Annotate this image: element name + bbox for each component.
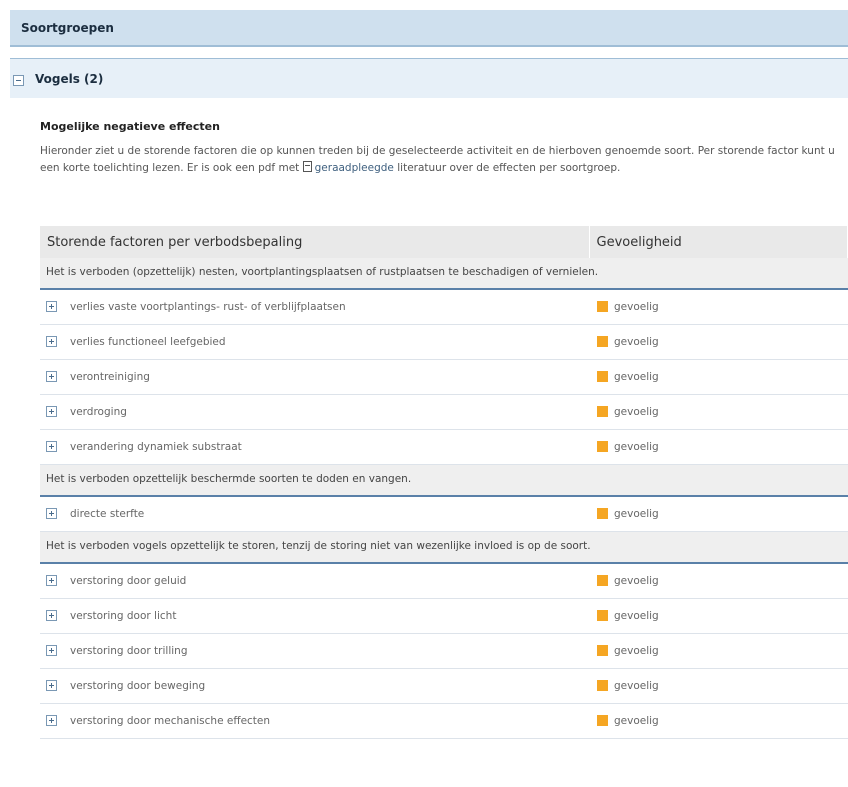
sensitivity-swatch	[597, 371, 608, 382]
expand-icon[interactable]	[46, 371, 57, 382]
expand-icon[interactable]	[46, 508, 57, 519]
sensitivity-label: gevoelig	[614, 406, 659, 418]
factor-label[interactable]: verandering dynamiek substraat	[70, 441, 242, 453]
factor-cell[interactable]: verstoring door mechanische effecten	[40, 703, 589, 739]
factor-row[interactable]: directe sterfte gevoelig	[40, 496, 848, 532]
sensitivity-cell: gevoelig	[589, 563, 848, 599]
sensitivity-swatch	[597, 336, 608, 347]
table-header-row: Storende factoren per verbodsbepaling Ge…	[40, 226, 848, 258]
factor-cell[interactable]: verlies vaste voortplantings- rust- of v…	[40, 289, 589, 325]
factor-row[interactable]: verstoring door geluid gevoelig	[40, 563, 848, 599]
sensitivity-swatch	[597, 406, 608, 417]
sensitivity-cell: gevoelig	[589, 289, 848, 325]
factor-row[interactable]: verdroging gevoelig	[40, 394, 848, 430]
expand-icon[interactable]	[46, 301, 57, 312]
factor-cell[interactable]: verstoring door licht	[40, 598, 589, 634]
sensitivity-label: gevoelig	[614, 715, 659, 727]
factor-row[interactable]: verstoring door mechanische effecten gev…	[40, 703, 848, 739]
sensitivity-cell: gevoelig	[589, 324, 848, 360]
disturbance-factors-table: Storende factoren per verbodsbepaling Ge…	[40, 226, 848, 739]
collapse-icon[interactable]	[13, 75, 24, 86]
sensitivity-label: gevoelig	[614, 575, 659, 587]
expand-icon[interactable]	[46, 441, 57, 452]
expand-icon[interactable]	[46, 336, 57, 347]
prohibition-text: Het is verboden (opzettelijk) nesten, vo…	[40, 258, 848, 290]
sensitivity-swatch	[597, 301, 608, 312]
sensitivity-label: gevoelig	[614, 610, 659, 622]
sensitivity-cell: gevoelig	[589, 703, 848, 739]
expand-icon[interactable]	[46, 715, 57, 726]
expand-icon[interactable]	[46, 406, 57, 417]
section-title: Soortgroepen	[21, 21, 114, 35]
sensitivity-label: gevoelig	[614, 441, 659, 453]
prohibition-row: Het is verboden (opzettelijk) nesten, vo…	[40, 258, 848, 290]
sensitivity-cell: gevoelig	[589, 598, 848, 634]
sensitivity-swatch	[597, 715, 608, 726]
column-header-sensitivity: Gevoeligheid	[589, 226, 848, 258]
prohibition-row: Het is verboden vogels opzettelijk te st…	[40, 531, 848, 564]
expand-icon[interactable]	[46, 575, 57, 586]
sensitivity-cell: gevoelig	[589, 394, 848, 430]
factor-cell[interactable]: verdroging	[40, 394, 589, 430]
factor-label[interactable]: verontreiniging	[70, 371, 150, 383]
literature-link[interactable]: geraadpleegde	[315, 162, 394, 174]
description-text-end: literatuur over de effecten per soortgro…	[397, 162, 621, 174]
sensitivity-cell: gevoelig	[589, 633, 848, 669]
factor-label[interactable]: verstoring door trilling	[70, 645, 187, 657]
factor-cell[interactable]: verandering dynamiek substraat	[40, 429, 589, 465]
group-title[interactable]: Vogels (2)	[35, 72, 103, 86]
factor-label[interactable]: verstoring door mechanische effecten	[70, 715, 270, 727]
effects-heading: Mogelijke negatieve effecten	[40, 120, 220, 133]
sensitivity-label: gevoelig	[614, 508, 659, 520]
factor-cell[interactable]: verontreiniging	[40, 359, 589, 395]
expand-icon[interactable]	[46, 610, 57, 621]
sensitivity-swatch	[597, 575, 608, 586]
factor-row[interactable]: verlies functioneel leefgebied gevoelig	[40, 324, 848, 360]
prohibition-text: Het is verboden vogels opzettelijk te st…	[40, 531, 848, 564]
sensitivity-label: gevoelig	[614, 645, 659, 657]
sensitivity-cell: gevoelig	[589, 668, 848, 704]
factor-cell[interactable]: directe sterfte	[40, 496, 589, 532]
factor-row[interactable]: verstoring door trilling gevoelig	[40, 633, 848, 669]
prohibition-text: Het is verboden opzettelijk beschermde s…	[40, 464, 848, 497]
sensitivity-label: gevoelig	[614, 336, 659, 348]
sensitivity-label: gevoelig	[614, 680, 659, 692]
sensitivity-swatch	[597, 441, 608, 452]
factor-row[interactable]: verontreiniging gevoelig	[40, 359, 848, 395]
effects-description: Hieronder ziet u de storende factoren di…	[40, 143, 840, 177]
sensitivity-swatch	[597, 645, 608, 656]
factor-cell[interactable]: verlies functioneel leefgebied	[40, 324, 589, 360]
expand-icon[interactable]	[46, 680, 57, 691]
sensitivity-cell: gevoelig	[589, 359, 848, 395]
sensitivity-swatch	[597, 680, 608, 691]
column-header-factors: Storende factoren per verbodsbepaling	[40, 226, 590, 258]
factor-label[interactable]: verdroging	[70, 406, 127, 418]
factor-row[interactable]: verandering dynamiek substraat gevoelig	[40, 429, 848, 465]
section-header: Soortgroepen	[10, 10, 848, 47]
sensitivity-cell: gevoelig	[589, 429, 848, 465]
factor-label[interactable]: verstoring door licht	[70, 610, 176, 622]
prohibition-row: Het is verboden opzettelijk beschermde s…	[40, 464, 848, 497]
sensitivity-swatch	[597, 508, 608, 519]
factor-row[interactable]: verlies vaste voortplantings- rust- of v…	[40, 289, 848, 325]
factor-cell[interactable]: verstoring door beweging	[40, 668, 589, 704]
factor-label[interactable]: verlies functioneel leefgebied	[70, 336, 226, 348]
sensitivity-label: gevoelig	[614, 371, 659, 383]
factor-label[interactable]: verstoring door beweging	[70, 680, 205, 692]
factor-label[interactable]: verlies vaste voortplantings- rust- of v…	[70, 301, 346, 313]
expand-icon[interactable]	[46, 645, 57, 656]
pdf-icon	[302, 161, 312, 172]
factor-label[interactable]: directe sterfte	[70, 508, 144, 520]
sensitivity-label: gevoelig	[614, 301, 659, 313]
factor-row[interactable]: verstoring door beweging gevoelig	[40, 668, 848, 704]
sensitivity-swatch	[597, 610, 608, 621]
sensitivity-cell: gevoelig	[589, 496, 848, 532]
factor-label[interactable]: verstoring door geluid	[70, 575, 186, 587]
factor-cell[interactable]: verstoring door trilling	[40, 633, 589, 669]
group-header-vogels[interactable]: Vogels (2)	[10, 58, 848, 98]
factor-row[interactable]: verstoring door licht gevoelig	[40, 598, 848, 634]
factor-cell[interactable]: verstoring door geluid	[40, 563, 589, 599]
